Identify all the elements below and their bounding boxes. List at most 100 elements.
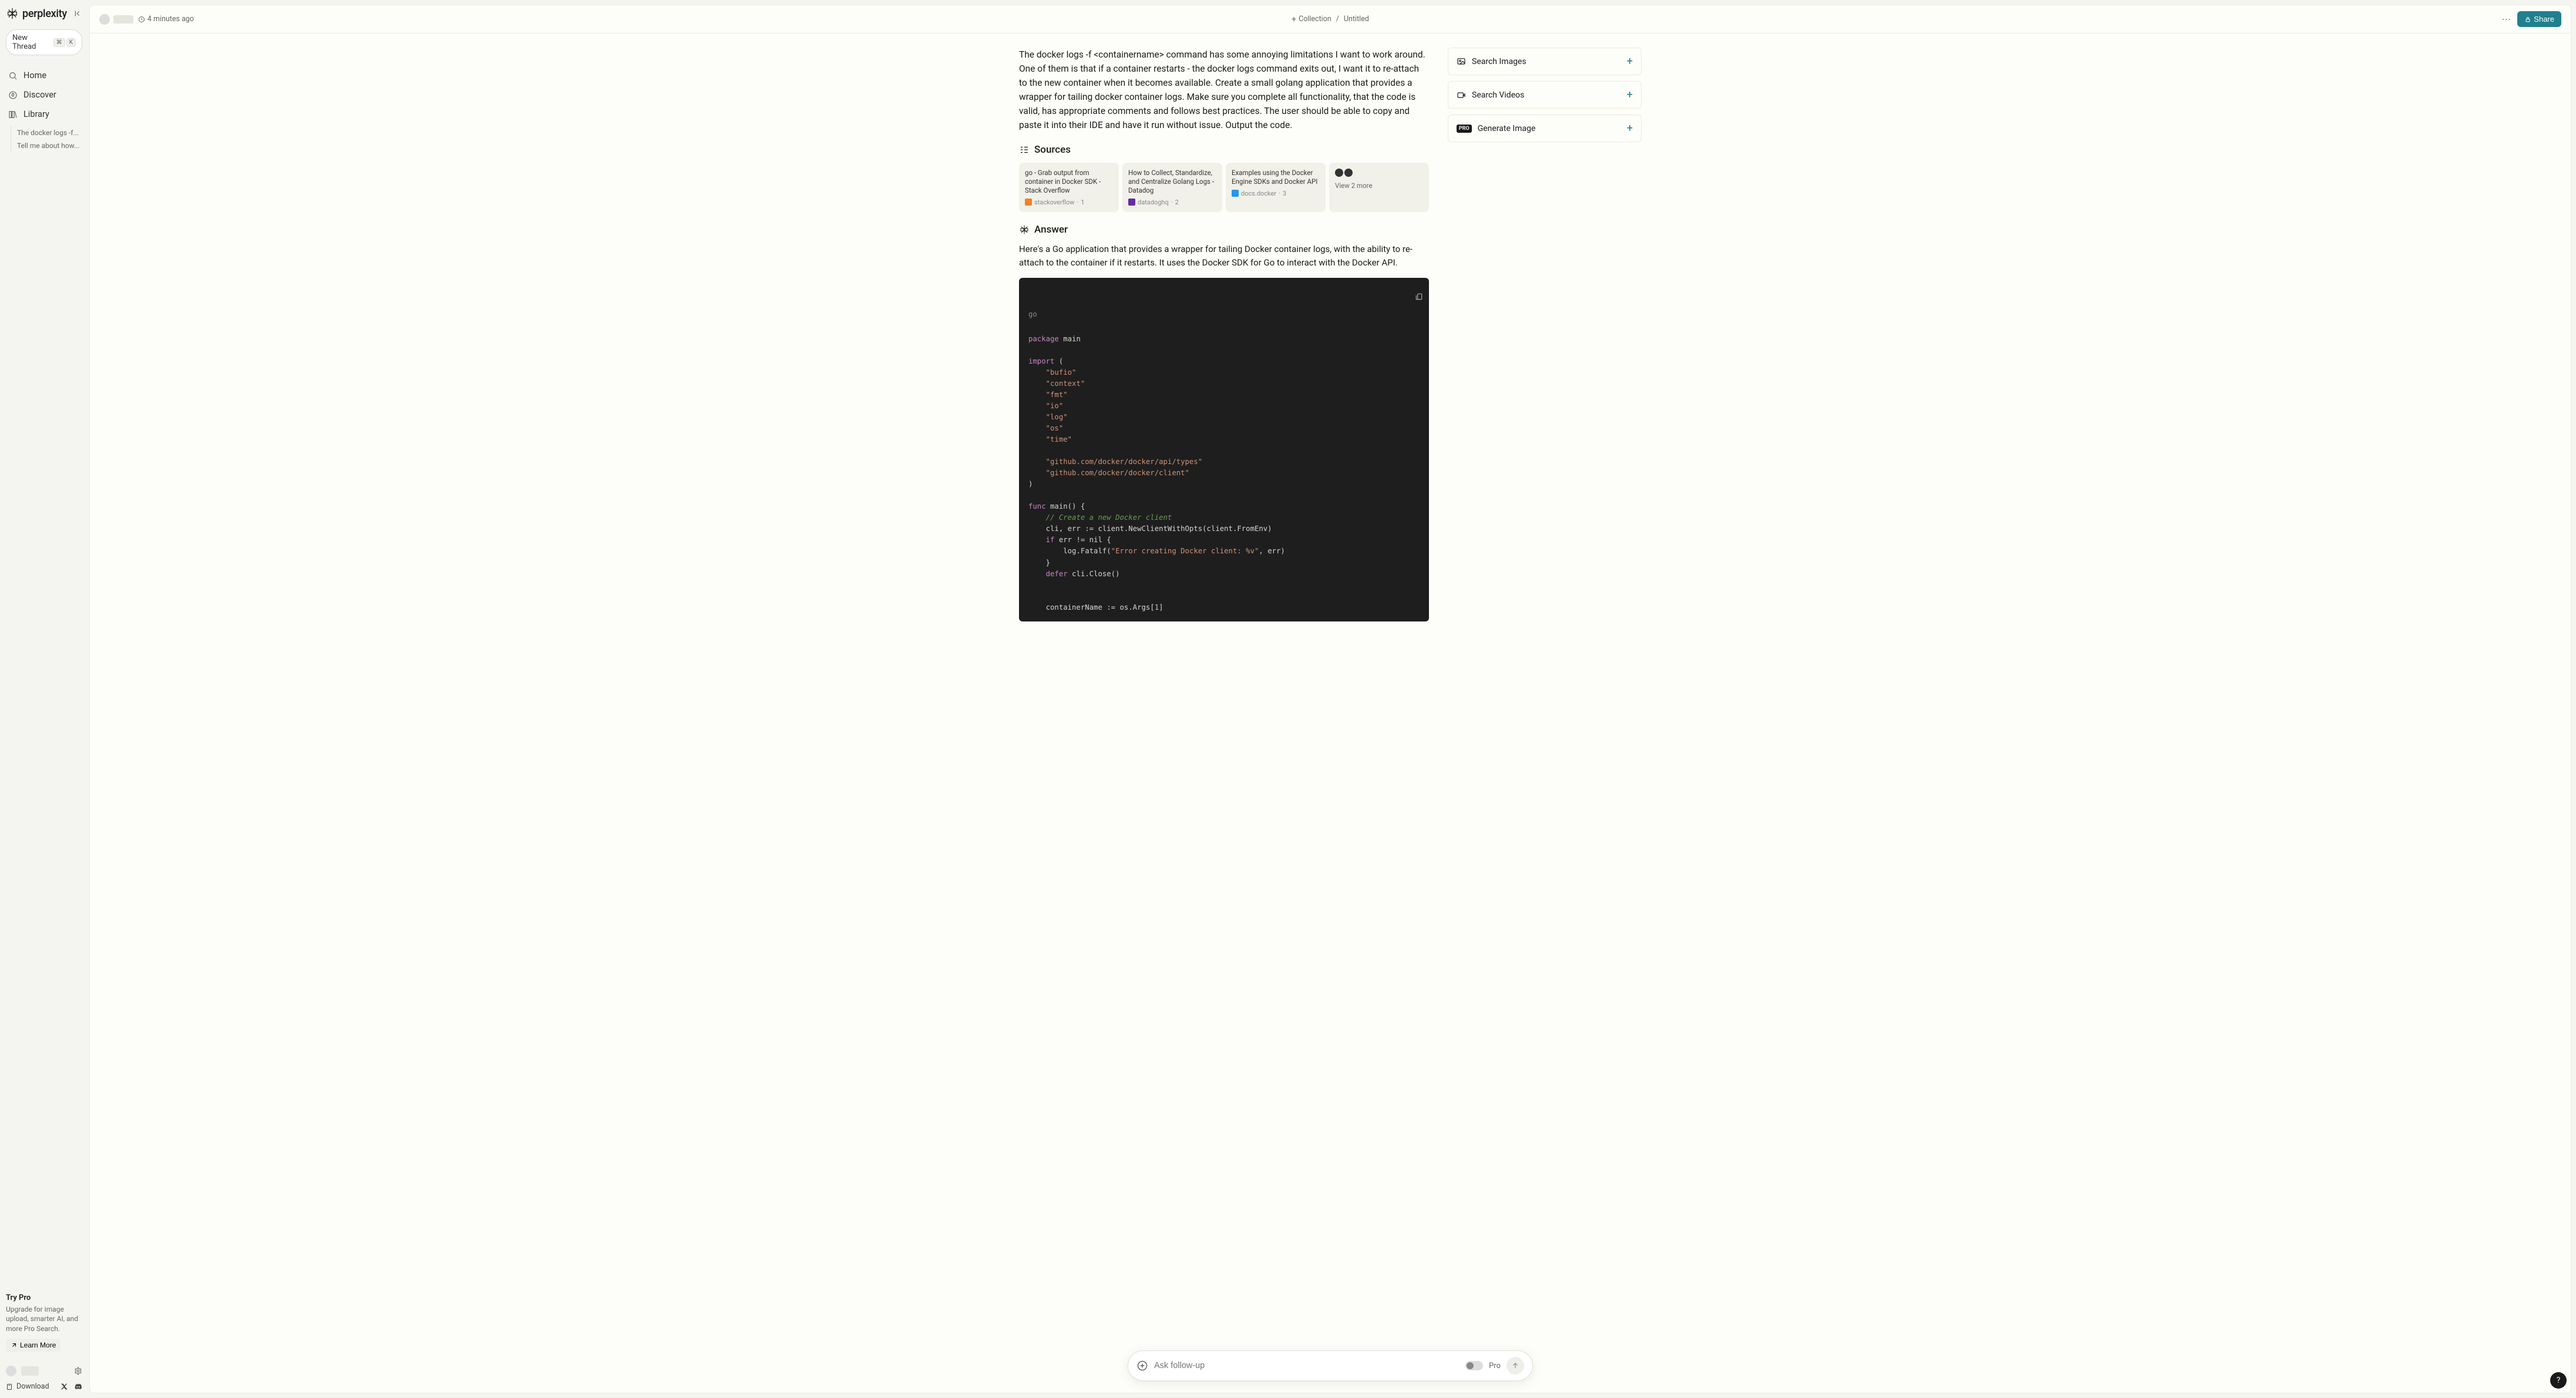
- author-name-redacted: [113, 15, 133, 23]
- logo-row: perplexity: [6, 7, 82, 20]
- share-button[interactable]: Share: [2517, 11, 2561, 27]
- username-redacted: [21, 1366, 39, 1376]
- time-block: 4 minutes ago: [138, 15, 194, 23]
- favicon-docker: [1232, 190, 1239, 197]
- view-more-label: View 2 more: [1335, 182, 1423, 190]
- clipboard-icon: [1415, 293, 1423, 301]
- source-index: 2: [1175, 199, 1179, 206]
- arrow-up-icon: [1511, 1362, 1519, 1370]
- nav-home-label: Home: [23, 70, 46, 80]
- source-view-more[interactable]: View 2 more: [1329, 163, 1429, 212]
- source-card[interactable]: How to Collect, Standardize, and Central…: [1122, 163, 1222, 212]
- nav-home[interactable]: Home: [6, 66, 82, 85]
- source-card[interactable]: Examples using the Docker Engine SDKs an…: [1226, 163, 1326, 212]
- help-label: ?: [2557, 1376, 2561, 1385]
- source-title: Examples using the Docker Engine SDKs an…: [1232, 169, 1320, 186]
- generate-image-label: Generate Image: [1478, 124, 1536, 133]
- favicon-stackoverflow: [1025, 199, 1032, 206]
- library-subitem[interactable]: The docker logs -f...: [16, 126, 82, 139]
- download-label[interactable]: Download: [16, 1382, 49, 1391]
- x-twitter-icon[interactable]: [60, 1383, 68, 1390]
- image-icon: [1457, 57, 1466, 66]
- attach-icon[interactable]: [1136, 1360, 1148, 1372]
- pro-toggle-label: Pro: [1489, 1362, 1501, 1370]
- favicon-datadog: [1128, 199, 1135, 206]
- collapse-sidebar-icon[interactable]: [74, 9, 82, 18]
- more-menu-icon[interactable]: ⋯: [2501, 14, 2511, 25]
- home-icon: [8, 71, 18, 80]
- followup-input[interactable]: [1154, 1361, 1459, 1370]
- download-row: Download: [6, 1382, 82, 1391]
- plus-icon: +: [1627, 122, 1633, 135]
- user-prompt: The docker logs -f <containername> comma…: [1019, 48, 1429, 132]
- source-site: datadoghq: [1138, 199, 1169, 206]
- sidebar-footer: [6, 1360, 82, 1376]
- github-icon: [1335, 169, 1343, 177]
- discord-icon[interactable]: [74, 1383, 82, 1391]
- perplexity-logo-icon: [6, 7, 19, 20]
- download-icon: [6, 1383, 13, 1390]
- new-thread-label: New Thread: [12, 33, 50, 51]
- generate-image-card[interactable]: PRO Generate Image +: [1448, 115, 1642, 142]
- left-column: The docker logs -f <containername> comma…: [1019, 48, 1429, 1322]
- submit-button[interactable]: [1506, 1357, 1524, 1375]
- learn-more-label: Learn More: [20, 1341, 56, 1349]
- pro-toggle[interactable]: [1465, 1361, 1483, 1370]
- breadcrumb: + Collection / Untitled: [1292, 15, 1369, 24]
- followup-bar: Pro: [1128, 1350, 1533, 1381]
- source-index: 1: [1081, 199, 1084, 206]
- source-title: go - Grab output from container in Docke…: [1025, 169, 1113, 195]
- clock-icon: [138, 16, 145, 23]
- discover-icon: [8, 90, 18, 100]
- content-scroll[interactable]: The docker logs -f <containername> comma…: [90, 33, 2571, 1393]
- source-site: stackoverflow: [1034, 199, 1074, 206]
- author-avatar-icon: [99, 14, 110, 25]
- author-block: [99, 14, 133, 25]
- source-title: How to Collect, Standardize, and Central…: [1128, 169, 1216, 195]
- code-block: go package main import ( "bufio" "contex…: [1019, 278, 1429, 621]
- collection-label: Collection: [1299, 15, 1331, 23]
- source-index: 3: [1283, 190, 1286, 197]
- source-card[interactable]: go - Grab output from container in Docke…: [1019, 163, 1119, 212]
- thread-title[interactable]: Untitled: [1344, 15, 1369, 23]
- collection-button[interactable]: + Collection: [1292, 15, 1331, 24]
- learn-more-button[interactable]: Learn More: [6, 1339, 60, 1352]
- try-pro-block: Try Pro Upgrade for image upload, smarte…: [6, 1293, 82, 1352]
- lock-icon: [2524, 16, 2531, 23]
- sources-icon: [1019, 144, 1030, 155]
- answer-header: Answer: [1019, 224, 1429, 236]
- answer-title: Answer: [1034, 224, 1068, 236]
- share-label: Share: [2534, 15, 2554, 23]
- breadcrumb-sep: /: [1336, 15, 1339, 23]
- search-images-card[interactable]: Search Images +: [1448, 48, 1642, 75]
- plus-icon: +: [1627, 55, 1633, 68]
- answer-icon: [1019, 224, 1030, 235]
- search-videos-card[interactable]: Search Videos +: [1448, 81, 1642, 109]
- topbar: 4 minutes ago + Collection / Untitled ⋯ …: [90, 5, 2571, 33]
- gear-icon[interactable]: [74, 1367, 82, 1375]
- nav-library[interactable]: Library: [6, 105, 82, 124]
- sources-grid: go - Grab output from container in Docke…: [1019, 163, 1429, 212]
- library-subitems: The docker logs -f... Tell me about how.…: [11, 126, 82, 152]
- new-thread-button[interactable]: New Thread ⌘ K: [6, 29, 82, 55]
- sources-header: Sources: [1019, 144, 1429, 156]
- plus-icon: +: [1627, 89, 1633, 101]
- nav-discover[interactable]: Discover: [6, 85, 82, 105]
- kbd-k: K: [66, 38, 76, 47]
- brand-name: perplexity: [22, 8, 67, 20]
- library-icon: [8, 110, 18, 119]
- nav-library-label: Library: [23, 109, 49, 119]
- main-area: 4 minutes ago + Collection / Untitled ⋯ …: [89, 5, 2571, 1393]
- help-button[interactable]: ?: [2550, 1372, 2567, 1389]
- kbd-cmd: ⌘: [53, 38, 65, 47]
- library-subitem[interactable]: Tell me about how...: [16, 139, 82, 152]
- time-label: 4 minutes ago: [147, 15, 194, 23]
- try-pro-desc: Upgrade for image upload, smarter AI, an…: [6, 1305, 82, 1334]
- external-link-icon: [11, 1342, 18, 1349]
- search-videos-label: Search Videos: [1472, 90, 1524, 100]
- user-avatar-icon[interactable]: [6, 1366, 16, 1376]
- copy-code-button[interactable]: [1384, 284, 1423, 311]
- video-icon: [1457, 90, 1466, 100]
- sources-title: Sources: [1034, 144, 1071, 156]
- pro-badge: PRO: [1457, 125, 1472, 133]
